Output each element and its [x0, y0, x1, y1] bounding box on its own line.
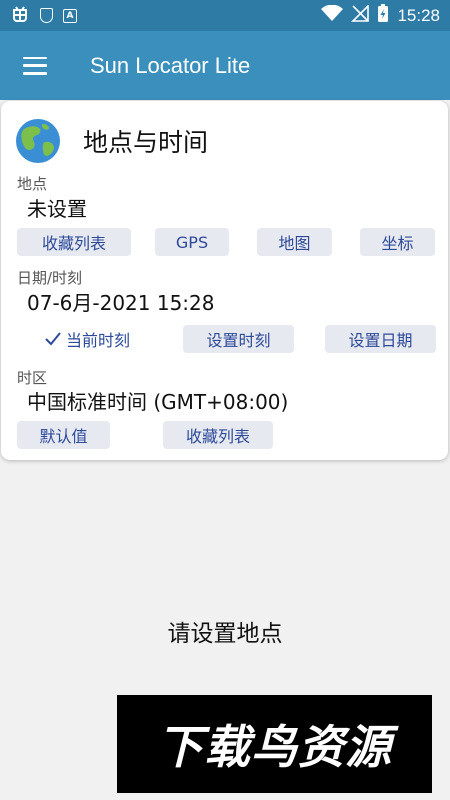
bug-icon [10, 5, 30, 27]
app-title: Sun Locator Lite [90, 52, 251, 78]
current-time-button[interactable]: 当前时刻 [35, 325, 139, 353]
location-value: 未设置 [27, 197, 87, 221]
set-time-button[interactable]: 设置时刻 [183, 325, 294, 353]
watermark-text: 下载鸟资源 [157, 720, 392, 774]
empty-state-message: 请设置地点 [167, 621, 283, 647]
no-signal-icon [351, 4, 370, 26]
coordinates-button[interactable]: 坐标 [360, 228, 435, 256]
watermark-banner: 下载鸟资源 [117, 695, 432, 793]
timezone-label: 时区 [17, 369, 48, 387]
app-notification-icon: A [63, 8, 77, 23]
hamburger-menu-icon[interactable] [23, 56, 47, 75]
timezone-value: 中国标准时间 (GMT+08:00) [27, 390, 289, 414]
card-title: 地点与时间 [83, 128, 209, 157]
datetime-label: 日期/时刻 [17, 269, 83, 287]
datetime-value: 07-6月-2021 15:28 [27, 291, 215, 315]
battery-charging-icon [377, 4, 389, 27]
globe-icon [16, 119, 60, 163]
timezone-favorites-button[interactable]: 收藏列表 [163, 421, 273, 449]
location-favorites-button[interactable]: 收藏列表 [17, 228, 131, 256]
current-time-label: 当前时刻 [65, 331, 130, 350]
check-icon [45, 332, 61, 346]
gps-button[interactable]: GPS [155, 228, 229, 256]
shield-icon [40, 8, 53, 23]
location-time-card: 地点与时间 地点 未设置 收藏列表 GPS 地图 坐标 日期/时刻 07-6月-… [1, 101, 448, 460]
app-bar: Sun Locator Lite [0, 31, 450, 100]
card-header: 地点与时间 [15, 118, 208, 164]
timezone-default-button[interactable]: 默认值 [17, 421, 110, 449]
status-right: 15:28 [321, 4, 440, 27]
status-bar: A 15:28 [0, 0, 450, 31]
map-button[interactable]: 地图 [257, 228, 332, 256]
status-left: A [10, 5, 77, 27]
wifi-icon [321, 4, 344, 26]
location-label: 地点 [17, 175, 48, 193]
status-time: 15:28 [397, 5, 440, 25]
set-date-button[interactable]: 设置日期 [325, 325, 436, 353]
